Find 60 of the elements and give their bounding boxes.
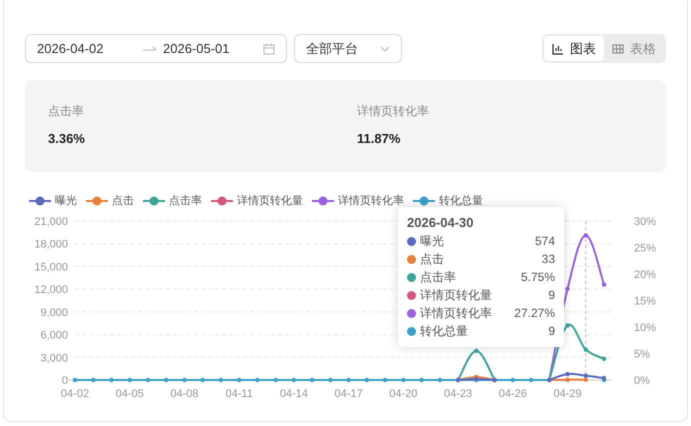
tooltip-series-name: 详情页转化量 — [420, 287, 492, 304]
tooltip-value: 9 — [548, 323, 555, 340]
stat-label: 详情页转化率 — [357, 104, 430, 118]
stat-value: 11.87% — [357, 131, 402, 147]
y-axis-label: 3,000 — [40, 352, 68, 364]
x-axis-label: 04-17 — [334, 388, 363, 400]
legend-label[interactable]: 点击 — [112, 195, 134, 207]
tooltip-value: 9 — [548, 287, 555, 304]
tooltip-value: 33 — [542, 251, 555, 268]
y-axis-label: 9,000 — [40, 306, 68, 319]
y-axis-label: 21,000 — [34, 216, 68, 228]
x-axis-label: 04-08 — [170, 388, 199, 400]
tooltip-value: 5.75% — [520, 269, 555, 286]
tooltip-series-name: 详情页转化率 — [420, 305, 492, 322]
x-axis-label: 04-20 — [389, 388, 418, 400]
legend-label[interactable]: 详情页转化量 — [237, 195, 303, 207]
end-date: 2026-05-01 — [163, 40, 230, 58]
legend-label[interactable]: 详情页转化率 — [338, 195, 404, 207]
tooltip-series-name: 点击 — [420, 251, 444, 268]
x-axis-label: 04-05 — [116, 388, 144, 400]
view-tab[interactable]: 图表 — [544, 36, 604, 61]
x-axis-label: 04-26 — [498, 388, 527, 400]
point — [565, 286, 570, 292]
platform-select[interactable]: 全部平台 — [294, 34, 402, 63]
y-axis-label: 0% — [634, 375, 650, 387]
y-axis-label: 10% — [634, 322, 656, 334]
tooltip-value: 574 — [534, 233, 555, 250]
stat-value: 3.36% — [48, 131, 86, 147]
tooltip-series-name: 点击率 — [420, 269, 456, 286]
point — [602, 356, 606, 361]
point — [584, 347, 588, 352]
y-axis-label: 15% — [634, 296, 656, 308]
y-axis-label: 15,000 — [34, 261, 68, 274]
x-axis-label: 04-14 — [280, 388, 308, 400]
y-axis-label: 18,000 — [34, 238, 68, 251]
legend-label[interactable]: 曝光 — [55, 195, 77, 207]
tooltip-value: 27.27% — [514, 305, 555, 322]
tooltip-series-name: 曝光 — [420, 233, 444, 250]
date-range-field[interactable]: 2026-04-02 2026-05-01 — [25, 34, 287, 63]
start-date: 2026-04-02 — [37, 40, 104, 58]
x-axis-label: 04-29 — [553, 388, 582, 400]
point — [565, 323, 570, 328]
point — [474, 348, 479, 354]
y-axis-label: 0 — [62, 375, 68, 387]
x-axis-label: 04-11 — [226, 388, 253, 400]
legend-label[interactable]: 点击率 — [169, 195, 202, 207]
point — [602, 282, 606, 287]
x-axis-label: 04-02 — [60, 388, 90, 400]
y-axis-label: 12,000 — [34, 284, 68, 296]
point — [584, 233, 588, 238]
y-axis-label: 25% — [634, 242, 656, 254]
y-axis-label: 30% — [634, 216, 656, 228]
stat-label: 点击率 — [48, 104, 85, 118]
tooltip-series-name: 转化总量 — [420, 323, 468, 340]
legend-label[interactable]: 转化总量 — [439, 195, 483, 207]
x-axis-label: 04-23 — [444, 388, 472, 400]
tooltip-title: 2026-04-30 — [407, 214, 474, 232]
y-axis-label: 5% — [634, 348, 650, 360]
y-axis-label: 20% — [634, 269, 656, 281]
y-axis-label: 6,000 — [40, 330, 68, 342]
